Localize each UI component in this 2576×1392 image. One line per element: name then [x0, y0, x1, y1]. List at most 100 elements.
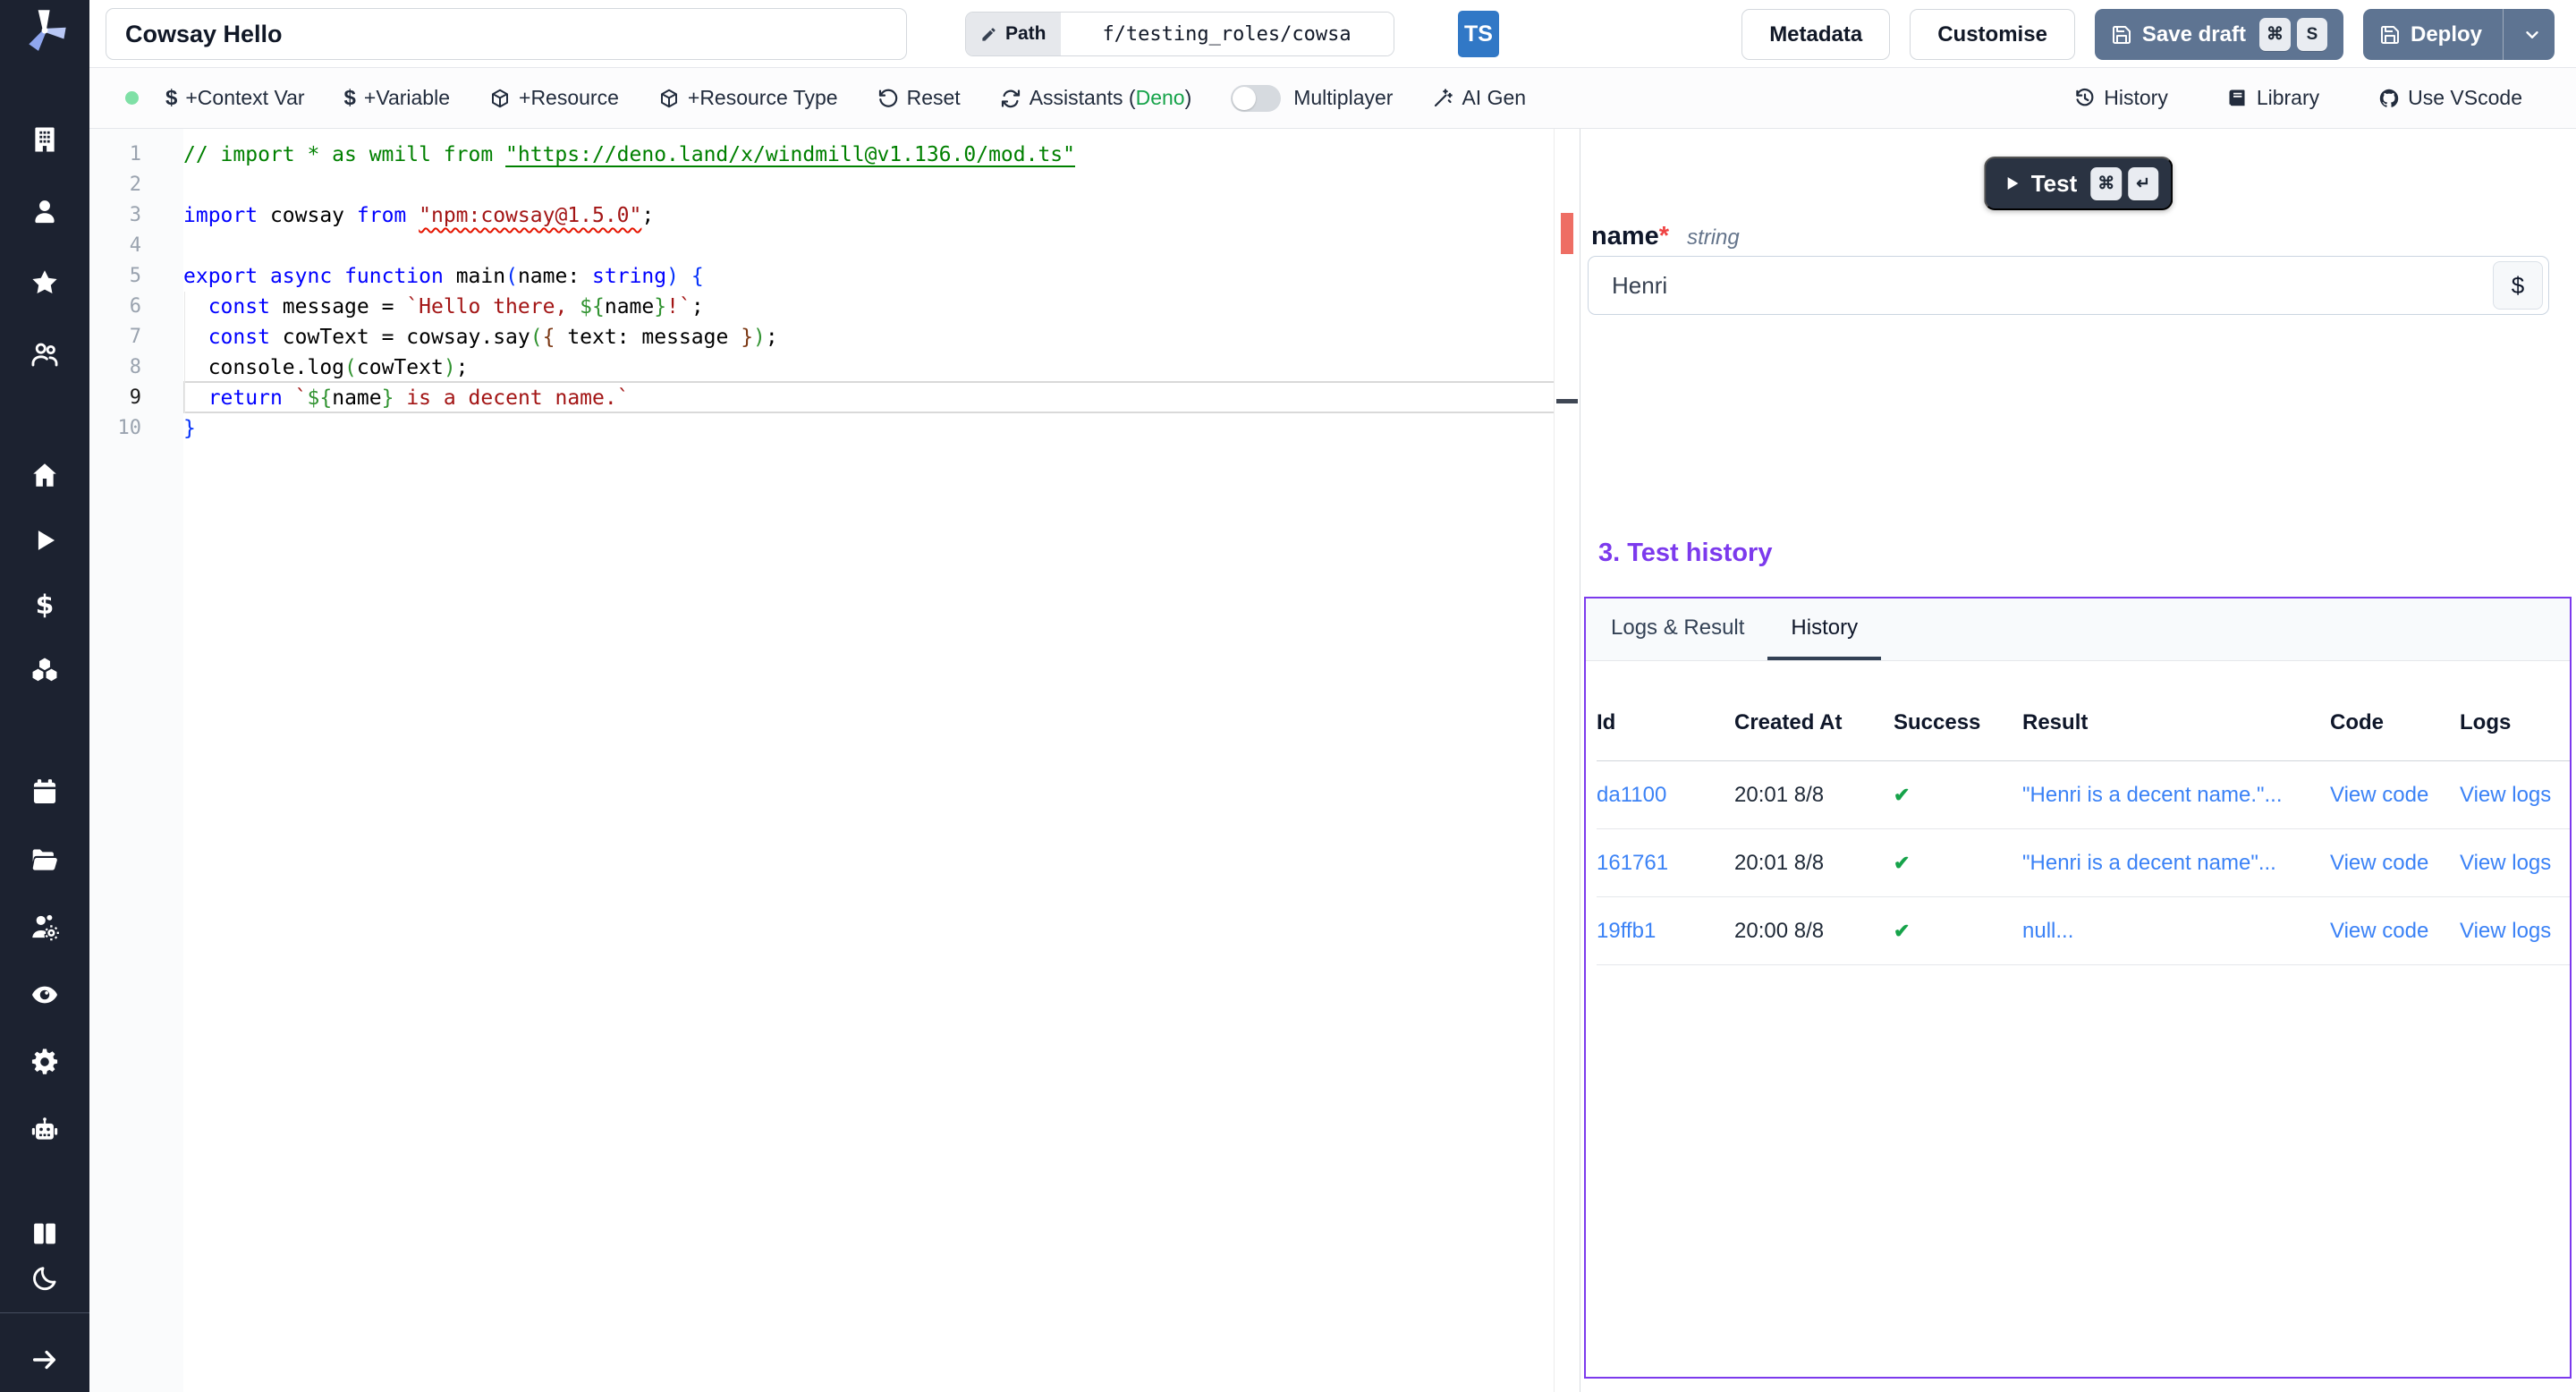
chevron-down-icon[interactable]	[2517, 25, 2547, 45]
toolbar-item-label: Assistants (Deno)	[1030, 86, 1192, 110]
path-input[interactable]	[1061, 13, 1394, 55]
insert-variable-button[interactable]: $	[2493, 261, 2543, 310]
toolbar-item-assistants-deno[interactable]: Assistants (Deno)	[1000, 86, 1192, 110]
overview-ruler[interactable]	[1554, 129, 1580, 1392]
save-draft-button[interactable]: Save draft ⌘S	[2095, 9, 2343, 60]
code-line[interactable]	[183, 170, 1554, 200]
code-line[interactable]: import cowsay from "npm:cowsay@1.5.0";	[183, 200, 1554, 231]
save-icon	[2111, 24, 2132, 46]
key-badge: ↵	[2128, 167, 2158, 200]
toolbar-item-library[interactable]: Library	[2227, 86, 2319, 110]
play-icon	[2002, 174, 2021, 193]
rotate-ccw-icon	[877, 88, 899, 109]
star-icon	[30, 267, 60, 298]
table-row: da110020:01 8/8✔"Henri is a decent name.…	[1597, 761, 2570, 829]
home-icon	[30, 460, 60, 490]
sidebar-item-cubes[interactable]	[27, 653, 63, 689]
code-line[interactable]: }	[183, 413, 1554, 444]
path-label: Path	[966, 13, 1061, 55]
code-line[interactable]	[183, 231, 1554, 261]
sidebar-item-arrow-right[interactable]	[27, 1342, 63, 1378]
sidebar-item-star[interactable]	[27, 265, 63, 301]
result-link[interactable]: "Henri is a decent name."...	[2022, 783, 2330, 808]
result-link[interactable]: null...	[2022, 919, 2330, 944]
metadata-button[interactable]: Metadata	[1741, 9, 1890, 60]
sidebar-item-robot[interactable]	[27, 1112, 63, 1148]
play-icon	[30, 525, 60, 556]
svg-text:$: $	[36, 590, 55, 621]
view-logs-link[interactable]: View logs	[2460, 783, 2570, 808]
toolbar-item-resource[interactable]: +Resource	[489, 86, 619, 110]
run-id-link[interactable]: 161761	[1597, 851, 1734, 876]
history-table: IdCreated AtSuccessResultCodeLogsda11002…	[1586, 661, 2570, 965]
code-line[interactable]: const message = `Hello there, ${name}!`;	[183, 292, 1554, 322]
script-name-input[interactable]	[106, 8, 907, 60]
test-panel: Test ⌘↵ name* string $ 3. Test history L…	[1580, 129, 2576, 1392]
code-line[interactable]: console.log(cowText);	[183, 352, 1554, 383]
multiplayer-toggle[interactable]	[1231, 85, 1281, 112]
run-id-link[interactable]: da1100	[1597, 783, 1734, 808]
sidebar-item-book[interactable]	[27, 1216, 63, 1252]
argument-input-wrap: $	[1588, 256, 2549, 315]
table-row: 16176120:01 8/8✔"Henri is a decent name"…	[1597, 829, 2570, 897]
code-line[interactable]: return `${name} is a decent name.`	[183, 383, 1554, 413]
view-code-link[interactable]: View code	[2330, 919, 2460, 944]
calendar-icon	[30, 777, 60, 807]
dollar-icon: $	[30, 590, 60, 621]
sidebar-item-home[interactable]	[27, 457, 63, 493]
gear-icon	[30, 1047, 60, 1077]
toolbar-item-resource-type[interactable]: +Resource Type	[658, 86, 838, 110]
sidebar-item-user-cog[interactable]	[27, 909, 63, 945]
sidebar-item-calendar[interactable]	[27, 774, 63, 810]
module-url-link[interactable]: "https://deno.land/x/windmill@v1.136.0/m…	[505, 143, 1075, 166]
book-icon	[30, 1218, 60, 1249]
folder-icon	[30, 845, 60, 875]
view-logs-link[interactable]: View logs	[2460, 851, 2570, 876]
tab-logs-result[interactable]: Logs & Result	[1588, 598, 1767, 660]
key-badge: S	[2297, 18, 2327, 51]
toolbar-item-ai-gen[interactable]: AI Gen	[1432, 86, 1526, 110]
view-code-link[interactable]: View code	[2330, 783, 2460, 808]
sidebar-item-users[interactable]	[27, 336, 63, 372]
code-editor[interactable]: 12345678910 // import * as wmill from "h…	[89, 129, 1580, 1392]
run-id-link[interactable]: 19ffb1	[1597, 919, 1734, 944]
windmill-logo[interactable]	[21, 7, 68, 54]
test-button[interactable]: Test ⌘↵	[1984, 157, 2174, 210]
toolbar-item-use-vscode[interactable]: Use VScode	[2378, 86, 2522, 110]
view-code-link[interactable]: View code	[2330, 851, 2460, 876]
toolbar-item-label: Use VScode	[2408, 86, 2522, 110]
result-link[interactable]: "Henri is a decent name"...	[2022, 851, 2330, 876]
toolbar-item-history[interactable]: History	[2074, 86, 2168, 110]
line-number: 8	[89, 352, 183, 383]
key-badge: ⌘	[2090, 167, 2122, 200]
sidebar-item-user[interactable]	[27, 193, 63, 229]
toolbar-item-variable[interactable]: $+Variable	[344, 86, 450, 110]
dollar-sign-icon: $	[165, 88, 177, 109]
created-at-cell: 20:01 8/8	[1734, 783, 1894, 808]
code-area[interactable]: // import * as wmill from "https://deno.…	[183, 129, 1554, 1392]
column-header: Code	[2330, 710, 2460, 735]
sidebar-item-folder[interactable]	[27, 842, 63, 878]
deploy-button[interactable]: Deploy	[2363, 9, 2555, 60]
code-line[interactable]: const cowText = cowsay.say({ text: messa…	[183, 322, 1554, 352]
sidebar-item-dollar[interactable]: $	[27, 588, 63, 624]
code-line[interactable]: export async function main(name: string)…	[183, 261, 1554, 292]
sidebar-item-building[interactable]	[27, 122, 63, 157]
toolbar-item-reset[interactable]: Reset	[877, 86, 961, 110]
code-line[interactable]: // import * as wmill from "https://deno.…	[183, 140, 1554, 170]
path-field[interactable]: Path	[965, 12, 1394, 56]
toolbar-item-multiplayer[interactable]: Multiplayer	[1231, 85, 1393, 112]
sidebar-item-play[interactable]	[27, 522, 63, 558]
sidebar-item-gear[interactable]	[27, 1044, 63, 1080]
name-argument-input[interactable]	[1588, 256, 2549, 315]
sidebar-item-moon[interactable]	[27, 1260, 63, 1296]
toolbar-item-context-var[interactable]: $+Context Var	[165, 86, 305, 110]
editor-gutter: 12345678910	[89, 129, 183, 1392]
line-number: 2	[89, 170, 183, 200]
tab-history[interactable]: History	[1767, 598, 1881, 660]
customise-button[interactable]: Customise	[1910, 9, 2075, 60]
sidebar-item-eye[interactable]	[27, 977, 63, 1013]
view-logs-link[interactable]: View logs	[2460, 919, 2570, 944]
button-divider	[2503, 9, 2504, 60]
key-badge: ⌘	[2259, 18, 2291, 51]
